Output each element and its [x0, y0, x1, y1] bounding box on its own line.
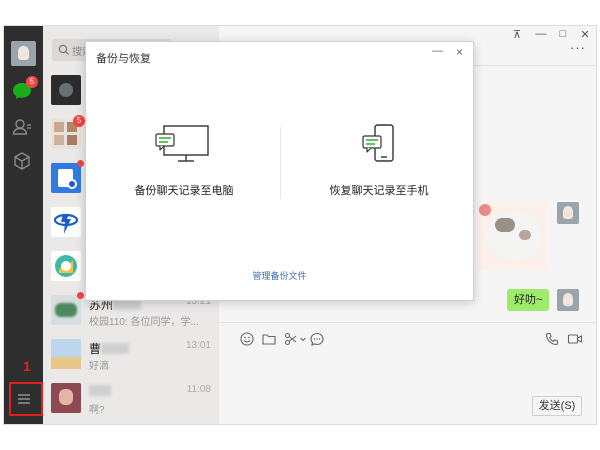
- chat-tab[interactable]: 5: [11, 76, 38, 104]
- step-marker: 1: [23, 358, 31, 374]
- backup-to-pc-option[interactable]: 备份聊天记录至电脑: [104, 124, 264, 204]
- manage-backup-link[interactable]: 管理备份文件: [86, 269, 473, 282]
- more-options-icon[interactable]: ···: [570, 40, 586, 55]
- dialog-close-button[interactable]: ×: [456, 45, 463, 59]
- folder-icon[interactable]: [261, 331, 277, 347]
- voice-call-icon[interactable]: [544, 331, 560, 347]
- dialog-minimize-button[interactable]: —: [432, 45, 443, 57]
- menu-button[interactable]: [13, 388, 37, 412]
- app-logo-icon: [55, 255, 77, 277]
- message-composer[interactable]: 发送(S): [219, 322, 596, 424]
- left-rail: 5 1: [4, 26, 43, 424]
- list-item[interactable]: 曹 13:01 好滴: [43, 334, 219, 378]
- phone-restore-icon: [362, 124, 394, 162]
- avatar: [51, 295, 81, 325]
- dialog-divider: [280, 127, 281, 199]
- unread-badge: 5: [73, 115, 85, 127]
- avatar: [51, 75, 81, 105]
- scissors-icon[interactable]: [283, 331, 299, 347]
- video-call-icon[interactable]: [567, 331, 583, 347]
- telecom-logo-icon: [53, 213, 79, 234]
- avatar: [51, 251, 81, 281]
- hamburger-menu-icon: [18, 394, 30, 404]
- chat-history-icon[interactable]: [309, 331, 325, 347]
- chevron-down-icon[interactable]: [299, 331, 307, 347]
- avatar: [51, 383, 81, 413]
- chat-preview: 啊?: [89, 405, 105, 416]
- cube-icon: [14, 152, 30, 170]
- unread-dot: [77, 160, 84, 167]
- computer-backup-icon: [155, 125, 209, 162]
- send-button[interactable]: 发送(S): [532, 396, 582, 416]
- image-message[interactable]: [477, 202, 547, 270]
- chat-name: [89, 384, 111, 398]
- contacts-icon: [12, 119, 31, 135]
- chat-preview: 好滴: [89, 361, 109, 372]
- text-message-bubble[interactable]: 好叻~: [507, 289, 550, 311]
- list-item[interactable]: 11:08 啊?: [43, 378, 219, 422]
- avatar: [51, 163, 81, 193]
- search-icon: [58, 44, 69, 55]
- chat-unread-badge: 5: [26, 76, 38, 88]
- chat-time: 13:01: [185, 340, 211, 351]
- dialog-title: 备份与恢复: [96, 53, 151, 65]
- chat-time: 11:08: [186, 384, 211, 395]
- self-avatar[interactable]: [557, 202, 579, 224]
- contacts-tab[interactable]: [11, 116, 35, 140]
- chat-preview: 校园110: 各位同学，学...: [89, 317, 199, 328]
- backup-restore-dialog: 备份与恢复 — × 备份聊天记录至电脑 恢复聊天记录至手机 管理备份文件: [85, 41, 474, 301]
- self-avatar[interactable]: [557, 289, 579, 311]
- user-avatar[interactable]: [11, 41, 36, 66]
- avatar: [51, 207, 81, 237]
- unread-dot: [77, 292, 84, 299]
- backup-to-pc-label: 备份聊天记录至电脑: [134, 185, 234, 197]
- avatar: [51, 339, 81, 369]
- pin-button[interactable]: ⊼: [510, 28, 524, 41]
- emoji-icon[interactable]: [239, 331, 255, 347]
- restore-to-phone-option[interactable]: 恢复聊天记录至手机: [299, 124, 459, 204]
- restore-to-phone-label: 恢复聊天记录至手机: [329, 185, 429, 197]
- window-minimize-button[interactable]: —: [534, 28, 548, 40]
- favorites-tab[interactable]: [11, 150, 35, 174]
- chat-name: 曹: [89, 340, 130, 357]
- window-maximize-button[interactable]: □: [556, 28, 570, 40]
